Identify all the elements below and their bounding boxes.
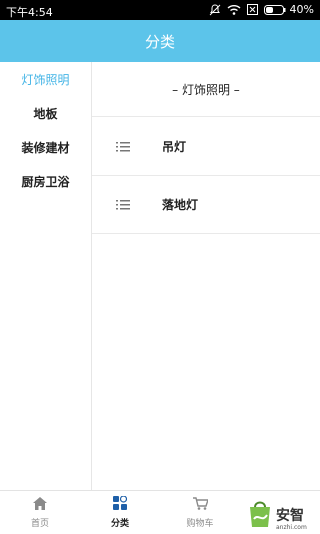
sidebar-item-label: 厨房卫浴 <box>21 174 70 189</box>
subcategory-panel: – 灯饰照明 – 吊灯 落地灯 <box>92 62 320 490</box>
section-title: – 灯饰照明 – <box>172 82 240 97</box>
battery-icon <box>263 4 286 15</box>
home-icon <box>33 496 47 513</box>
nav-item-category[interactable]: 分类 <box>80 491 160 534</box>
sidebar-item-lighting[interactable]: 灯饰照明 <box>0 62 91 96</box>
cart-icon <box>192 496 209 513</box>
status-bar: 下午4:54 40% <box>0 0 320 20</box>
anzhi-logo <box>246 497 274 533</box>
list-item-label: 落地灯 <box>162 198 199 212</box>
wifi-icon <box>227 4 241 15</box>
app-header: 分类 <box>0 20 320 62</box>
page-title: 分类 <box>144 32 175 51</box>
nav-item-home[interactable]: 首页 <box>0 491 80 534</box>
category-icon <box>113 495 128 513</box>
anzhi-watermark: 安智 anzhi.com <box>246 496 320 534</box>
nav-label: 购物车 <box>186 518 214 529</box>
mute-icon <box>209 3 221 16</box>
battery-level: 40% <box>289 3 314 16</box>
nav-label: 分类 <box>110 519 129 529</box>
status-time: 下午4:54 <box>6 6 53 19</box>
sidebar-item-label: 地板 <box>33 106 58 121</box>
sidebar-item-label: 装修建材 <box>21 140 70 155</box>
nav-item-cart[interactable]: 购物车 <box>160 491 240 534</box>
status-icons: 40% <box>209 3 314 16</box>
sidebar-item-flooring[interactable]: 地板 <box>0 96 91 130</box>
sidebar-item-label: 灯饰照明 <box>21 72 70 87</box>
list-item-floor-lamp[interactable]: 落地灯 <box>92 175 320 234</box>
category-sidebar: 灯饰照明 地板 装修建材 厨房卫浴 <box>0 62 92 490</box>
list-item-label: 吊灯 <box>162 139 187 154</box>
no-sim-icon <box>246 4 258 15</box>
nav-label: 首页 <box>30 518 49 529</box>
list-icon <box>92 195 162 214</box>
sidebar-item-kitchen-bath[interactable]: 厨房卫浴 <box>0 164 91 198</box>
battery-indicator: 40% <box>263 3 314 16</box>
list-icon <box>92 137 162 156</box>
watermark-text: 安智 <box>276 508 304 524</box>
list-item-pendant-light[interactable]: 吊灯 <box>92 116 320 175</box>
watermark-url: anzhi.com <box>276 524 307 531</box>
sidebar-item-building-materials[interactable]: 装修建材 <box>0 130 91 164</box>
